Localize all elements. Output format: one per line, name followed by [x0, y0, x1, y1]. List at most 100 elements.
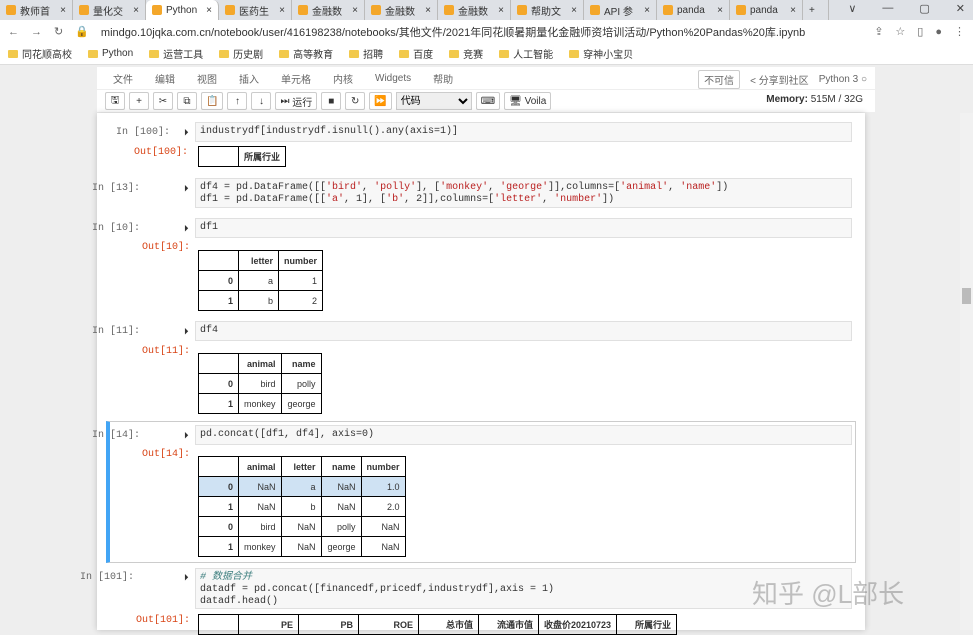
tab-favicon-icon — [736, 5, 746, 15]
menu-item[interactable]: 帮助 — [433, 71, 453, 86]
interrupt-button[interactable]: ■ — [321, 92, 342, 110]
bookmark-item[interactable]: Python — [88, 48, 133, 59]
close-tab-icon[interactable]: × — [279, 5, 285, 16]
browser-tab[interactable]: Python × — [146, 0, 219, 20]
code-input[interactable]: df4 — [195, 321, 852, 341]
move-up-button[interactable]: ↑ — [227, 92, 248, 110]
folder-icon — [349, 49, 360, 58]
code-input[interactable]: df4 = pd.DataFrame([['bird', 'polly'], [… — [195, 178, 852, 208]
table-header-row: 所属行业 — [198, 146, 287, 167]
tab-title: 金融数 — [385, 6, 415, 18]
close-tab-icon[interactable]: × — [498, 5, 504, 16]
menu-item[interactable]: 视图 — [197, 71, 217, 86]
window-control-button[interactable]: — — [882, 2, 893, 15]
voila-button[interactable]: 🖥 Voila — [504, 92, 552, 110]
bookmark-item[interactable]: 百度 — [399, 46, 433, 61]
row-index: 1 — [198, 496, 239, 517]
insert-cell-button[interactable]: + — [129, 92, 149, 110]
keyboard-button[interactable]: ⌨ — [475, 92, 501, 110]
tab-favicon-icon — [590, 5, 600, 15]
move-down-button[interactable]: ↓ — [251, 92, 272, 110]
back-icon[interactable]: ← — [8, 26, 19, 38]
close-tab-icon[interactable]: × — [133, 5, 139, 16]
menu-item[interactable]: 编辑 — [155, 71, 175, 86]
menu-item[interactable]: 单元格 — [281, 71, 311, 86]
table-row: 0 bird NaN polly NaN — [198, 516, 406, 537]
restart-button[interactable]: ↻ — [345, 92, 366, 110]
browser-tab[interactable]: 医药生 × — [219, 0, 292, 20]
close-tab-icon[interactable]: × — [352, 5, 358, 16]
browser-tab[interactable]: 量化交 × — [73, 0, 146, 20]
close-tab-icon[interactable]: × — [790, 5, 796, 16]
scrollbar[interactable] — [960, 113, 973, 630]
url-input[interactable]: mindgo.10jqka.com.cn/notebook/user/41619… — [101, 24, 862, 40]
run-button[interactable]: ⏭ 运行 — [275, 92, 318, 110]
close-tab-icon[interactable]: × — [60, 5, 66, 16]
bookmark-label: 竞赛 — [463, 50, 484, 61]
bookmark-item[interactable]: 运营工具 — [149, 46, 203, 61]
bookmark-item[interactable]: 同花顺高校 — [8, 46, 72, 61]
menu-item[interactable]: 文件 — [113, 71, 133, 86]
browser-tab[interactable]: 帮助文 × — [511, 0, 584, 20]
cut-button[interactable]: ✂ — [153, 92, 173, 110]
new-tab-button[interactable]: + — [803, 0, 829, 20]
bookmark-item[interactable]: 竞赛 — [449, 46, 483, 61]
browser-tab[interactable]: API 参 × — [584, 0, 657, 20]
bookmark-item[interactable]: 历史剧 — [219, 46, 263, 61]
input-prompt: In [100]: — [115, 127, 170, 138]
more-icon[interactable]: ⋮ — [954, 25, 965, 38]
menu-item[interactable]: 内核 — [333, 71, 353, 86]
browser-tab[interactable]: 教师首 × — [0, 0, 73, 20]
save-button[interactable]: 🖫 — [105, 92, 125, 110]
close-tab-icon[interactable]: × — [425, 5, 431, 16]
column-header: PB — [298, 614, 359, 635]
close-tab-icon[interactable]: × — [571, 5, 577, 16]
browser-tab[interactable]: 金融数 × — [292, 0, 365, 20]
tab-title: API 参 — [604, 6, 633, 18]
close-tab-icon[interactable]: × — [206, 5, 212, 16]
code-input[interactable]: pd.concat([df1, df4], axis=0) — [195, 425, 852, 445]
share-icon[interactable]: ⇪ — [874, 25, 883, 38]
share-button[interactable]: < 分享到社区 — [750, 72, 809, 87]
close-tab-icon[interactable]: × — [644, 5, 650, 16]
run-cell-icon[interactable]: ⏵ — [184, 430, 189, 441]
bookmark-item[interactable]: 高等教育 — [279, 46, 333, 61]
run-cell-icon[interactable]: ⏵ — [184, 326, 189, 337]
forward-icon[interactable]: → — [31, 26, 42, 38]
trusted-badge[interactable]: 不可信 — [698, 70, 741, 89]
code-comment: # 数据合并 — [200, 572, 253, 583]
star-icon[interactable]: ☆ — [895, 25, 905, 38]
window-control-button[interactable]: ✕ — [956, 2, 965, 15]
browser-tab[interactable]: panda × — [730, 0, 803, 20]
window-control-button[interactable]: ▢ — [919, 2, 929, 15]
bookmark-item[interactable]: 人工智能 — [499, 46, 553, 61]
window-control-button[interactable]: ∨ — [848, 2, 856, 15]
copy-button[interactable]: ⧉ — [177, 92, 197, 110]
close-tab-icon[interactable]: × — [717, 5, 723, 16]
table-cell: b — [238, 290, 279, 311]
browser-tab[interactable]: 金融数 × — [365, 0, 438, 20]
paste-button[interactable]: 📋 — [201, 92, 224, 110]
restart-run-all-button[interactable]: ⏩ — [369, 92, 392, 110]
sidebar-icon[interactable]: ▯ — [917, 25, 923, 38]
column-header: 总市值 — [418, 614, 479, 635]
column-header: 收盘价20210723 — [537, 614, 618, 635]
run-cell-icon[interactable]: ⏵ — [184, 572, 189, 583]
bookmark-item[interactable]: 招聘 — [349, 46, 383, 61]
menu-item[interactable]: 插入 — [239, 71, 259, 86]
reload-icon[interactable]: ↻ — [54, 25, 63, 38]
bookmark-label: 历史剧 — [233, 50, 264, 61]
run-cell-icon[interactable]: ⏵ — [184, 223, 189, 234]
code-input[interactable]: industrydf[industrydf.isnull().any(axis=… — [195, 122, 852, 142]
bookmark-item[interactable]: 穿神小宝贝 — [569, 46, 633, 61]
run-cell-icon[interactable]: ⏵ — [184, 183, 189, 194]
scrollbar-thumb[interactable] — [962, 288, 971, 304]
cell-type-select[interactable]: 代码 — [395, 92, 472, 110]
run-cell-icon[interactable]: ⏵ — [184, 127, 189, 138]
notebook-menubar: 文件 编辑 视图 插入 单元格 内核 Widgets 帮助 不可信 < 分享到社区 Pytho… — [97, 67, 875, 89]
code-input[interactable]: df1 — [195, 218, 852, 238]
menu-item[interactable]: Widgets — [375, 73, 411, 84]
browser-tab[interactable]: 金融数 × — [438, 0, 511, 20]
browser-tab[interactable]: panda × — [657, 0, 730, 20]
profile-icon[interactable]: ● — [935, 26, 942, 38]
